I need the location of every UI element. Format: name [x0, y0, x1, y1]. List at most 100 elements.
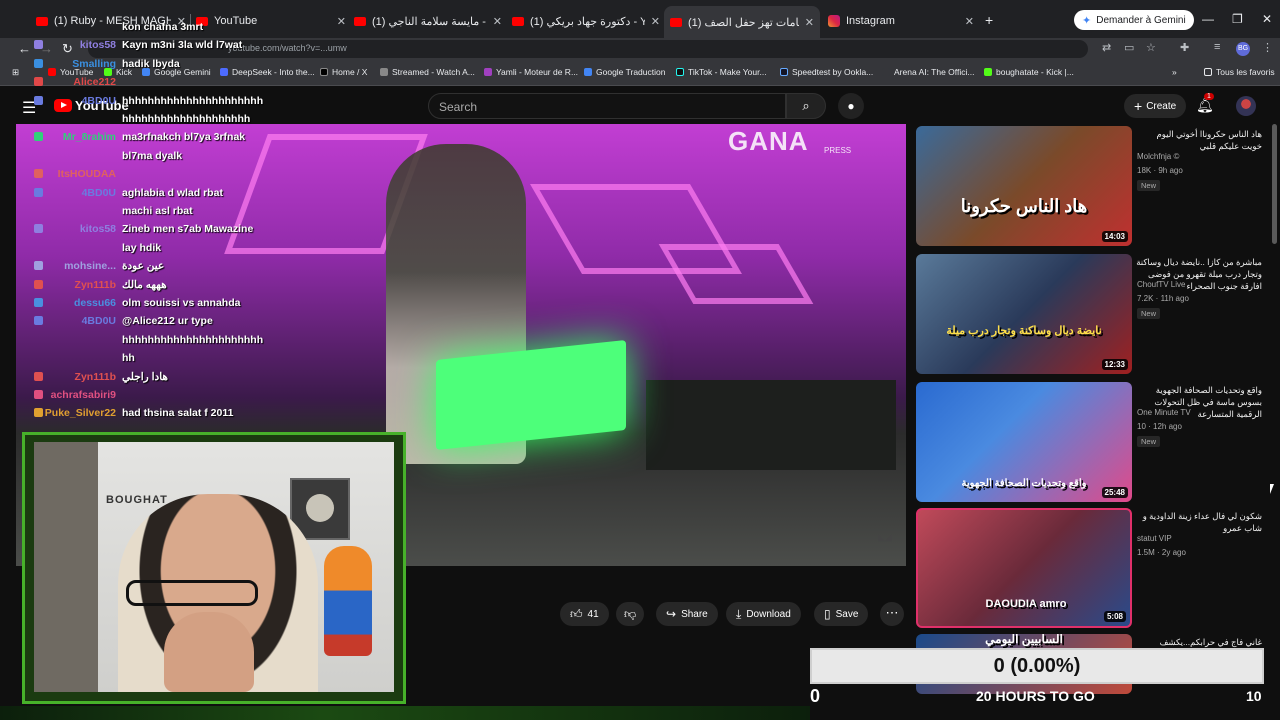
chat-message-text: @Alice212 ur type: [122, 315, 213, 328]
bookmark-arena[interactable]: Arena AI: The Offici...: [882, 67, 974, 77]
dislike-button[interactable]: 👎︎: [616, 602, 645, 626]
recommendation-item[interactable]: واقع وتحديات الصحافة الجهوية 25:48 واقع …: [916, 382, 1266, 502]
recommendation-title[interactable]: هاد الناس حكروناا أخوتي اليوم خويت عليكم…: [1136, 128, 1262, 152]
browser-tab[interactable]: (1) دكتورة جهاد بريكي - YouTube ✕: [512, 8, 660, 34]
recommendation-channel[interactable]: One Minute TV: [1137, 408, 1191, 417]
cast-icon[interactable]: ▭: [1124, 41, 1134, 54]
recommendation-title[interactable]: شكون لي فال عداء زينة الداودية و شاب عمر…: [1136, 510, 1262, 534]
save-button[interactable]: ▯ Save: [814, 602, 869, 626]
chat-username[interactable]: 4BD0U: [82, 314, 116, 328]
folder-icon: [1204, 68, 1212, 76]
new-tab-icon[interactable]: +: [985, 12, 993, 28]
close-tab-icon[interactable]: ✕: [337, 15, 346, 28]
notifications-bell-icon[interactable]: 🔔︎ 1: [1196, 93, 1214, 114]
browser-tab[interactable]: Instagram ✕: [828, 8, 974, 34]
chat-username[interactable]: mohsine...: [64, 259, 116, 273]
goal-max-label: 10: [1246, 688, 1262, 704]
chat-username[interactable]: kitos58: [80, 222, 116, 236]
create-button[interactable]: + Create: [1124, 94, 1187, 118]
close-tab-icon[interactable]: ✕: [965, 15, 974, 28]
chat-username[interactable]: Puke_Silver22: [45, 406, 116, 420]
chat-username[interactable]: Smalling: [72, 57, 116, 71]
search-input[interactable]: Search: [428, 93, 786, 119]
chat-badge-icon: [34, 298, 43, 307]
gemini-button[interactable]: ✦ Demander à Gemini: [1074, 10, 1194, 30]
chat-badge-icon: [34, 261, 43, 271]
recommendation-item[interactable]: نايضة ديال وساكنة وتجار درب ميلة 12:33 م…: [916, 254, 1266, 374]
chat-username[interactable]: ItsHOUDAA: [58, 167, 116, 181]
chat-badge-icon: [34, 187, 43, 197]
minimize-icon[interactable]: —: [1202, 12, 1214, 26]
chat-username[interactable]: 4BD0U: [82, 94, 116, 108]
recommendation-thumbnail[interactable]: واقع وتحديات الصحافة الجهوية 25:48: [916, 382, 1132, 502]
recommendation-title[interactable]: غاني فاج في حرابكم...يكشف: [1136, 636, 1262, 648]
close-tab-icon[interactable]: ✕: [805, 16, 814, 29]
all-bookmarks-button[interactable]: Tous les favoris: [1204, 67, 1275, 77]
recommendation-item[interactable]: هاد الناس حكرونا 14:03 هاد الناس حكروناا…: [916, 126, 1266, 246]
chat-username[interactable]: dessu66: [74, 296, 116, 310]
translate-icon[interactable]: ⇄: [1102, 41, 1111, 54]
thumbnail-overlay-text: هاد الناس حكرونا: [960, 196, 1088, 216]
chat-badge-icon: [34, 95, 43, 105]
recommendation-channel[interactable]: ChoufTV Live: [1137, 280, 1185, 289]
bookmark-label: Streamed - Watch A...: [392, 67, 475, 77]
download-button[interactable]: ⤓ Download: [726, 602, 801, 626]
account-avatar[interactable]: [1236, 96, 1256, 116]
browser-menu-icon[interactable]: ⋮: [1262, 41, 1273, 54]
restore-icon[interactable]: ❐: [1232, 12, 1243, 26]
chat-username[interactable]: kitos58: [80, 38, 116, 52]
close-tab-icon[interactable]: ✕: [493, 15, 502, 28]
close-tab-icon[interactable]: ✕: [651, 15, 660, 28]
bookmark-streamed[interactable]: Streamed - Watch A...: [380, 67, 475, 77]
chat-message-text: هههه مالك: [122, 278, 167, 291]
recommendation-thumbnail[interactable]: نايضة ديال وساكنة وتجار درب ميلة 12:33: [916, 254, 1132, 374]
close-window-icon[interactable]: ✕: [1262, 12, 1272, 26]
recommendation-channel[interactable]: Molchfnja ©: [1137, 152, 1179, 161]
media-icon[interactable]: ≡: [1214, 41, 1220, 53]
goal-value-text: 0 (0.00%): [993, 655, 1081, 677]
extensions-icon[interactable]: ✚: [1180, 41, 1189, 54]
chat-username[interactable]: Mr_8rahim: [63, 130, 116, 144]
bookmark-translate[interactable]: Google Traduction: [584, 67, 665, 77]
chat-username[interactable]: 4BD0U: [82, 186, 116, 200]
recommendation-thumbnail[interactable]: DAOUDIA amro 5:08: [916, 508, 1132, 628]
chat-username[interactable]: Zyn111b: [75, 370, 116, 384]
bookmark-label: Google Traduction: [596, 67, 666, 77]
chat-message-text: ma3rfnakch bl7ya 3rfnak: [122, 131, 246, 144]
like-button[interactable]: 👍︎ 41: [560, 602, 609, 626]
browser-tab-active[interactable]: (1) جدبة وعمامات تهز حفل الصف ✕: [664, 6, 820, 38]
more-actions-icon[interactable]: ⋯: [880, 602, 904, 626]
tab-title: (1) مايسة سلامة الناجي - YouTube: [372, 15, 487, 28]
microphone-icon[interactable]: ●: [838, 93, 864, 119]
chat-username[interactable]: Zyn111b: [75, 278, 116, 292]
translate-bookmark-icon: [584, 68, 592, 76]
chat-badge-icon: [34, 77, 43, 87]
chat-badge-icon: [34, 316, 43, 326]
bookmarks-overflow-icon[interactable]: »: [1172, 67, 1177, 77]
bookmark-label: boughatate - Kick |...: [996, 67, 1074, 77]
recommendation-item[interactable]: DAOUDIA amro 5:08 شكون لي فال عداء زينة …: [916, 508, 1266, 628]
streamer-hand: [164, 612, 254, 692]
streamer-glasses: [126, 580, 258, 606]
bookmark-yamli[interactable]: Yamli - Moteur de R...: [484, 67, 578, 77]
recommendation-thumbnail[interactable]: هاد الناس حكرونا 14:03: [916, 126, 1132, 246]
search-icon[interactable]: ⌕: [786, 93, 826, 119]
bookmark-x[interactable]: Home / X: [320, 67, 367, 77]
video-duration: 14:03: [1101, 231, 1128, 242]
bookmark-speedtest[interactable]: Speedtest by Ookla...: [780, 67, 873, 77]
all-bookmarks-label: Tous les favoris: [1216, 67, 1275, 77]
bookmark-boughatate[interactable]: boughatate - Kick |...: [984, 67, 1074, 77]
chat-badge-icon: [34, 408, 43, 418]
chat-message-text: عين عودة: [122, 260, 165, 273]
new-badge: New: [1137, 436, 1161, 447]
page-scrollbar[interactable]: [1272, 124, 1277, 244]
chat-username[interactable]: achrafsabiri9: [51, 388, 116, 402]
bookmark-star-icon[interactable]: ☆: [1146, 41, 1156, 54]
stage-neon-decoration: [658, 244, 814, 304]
chat-username[interactable]: Alice212: [73, 75, 116, 89]
share-button[interactable]: ↪ Share: [656, 602, 718, 626]
profile-avatar[interactable]: BG: [1236, 42, 1250, 56]
bookmark-tiktok[interactable]: TikTok - Make Your...: [676, 67, 767, 77]
recommendation-channel[interactable]: statut VIP: [1137, 534, 1172, 543]
browser-tab[interactable]: (1) مايسة سلامة الناجي - YouTube ✕: [354, 8, 502, 34]
